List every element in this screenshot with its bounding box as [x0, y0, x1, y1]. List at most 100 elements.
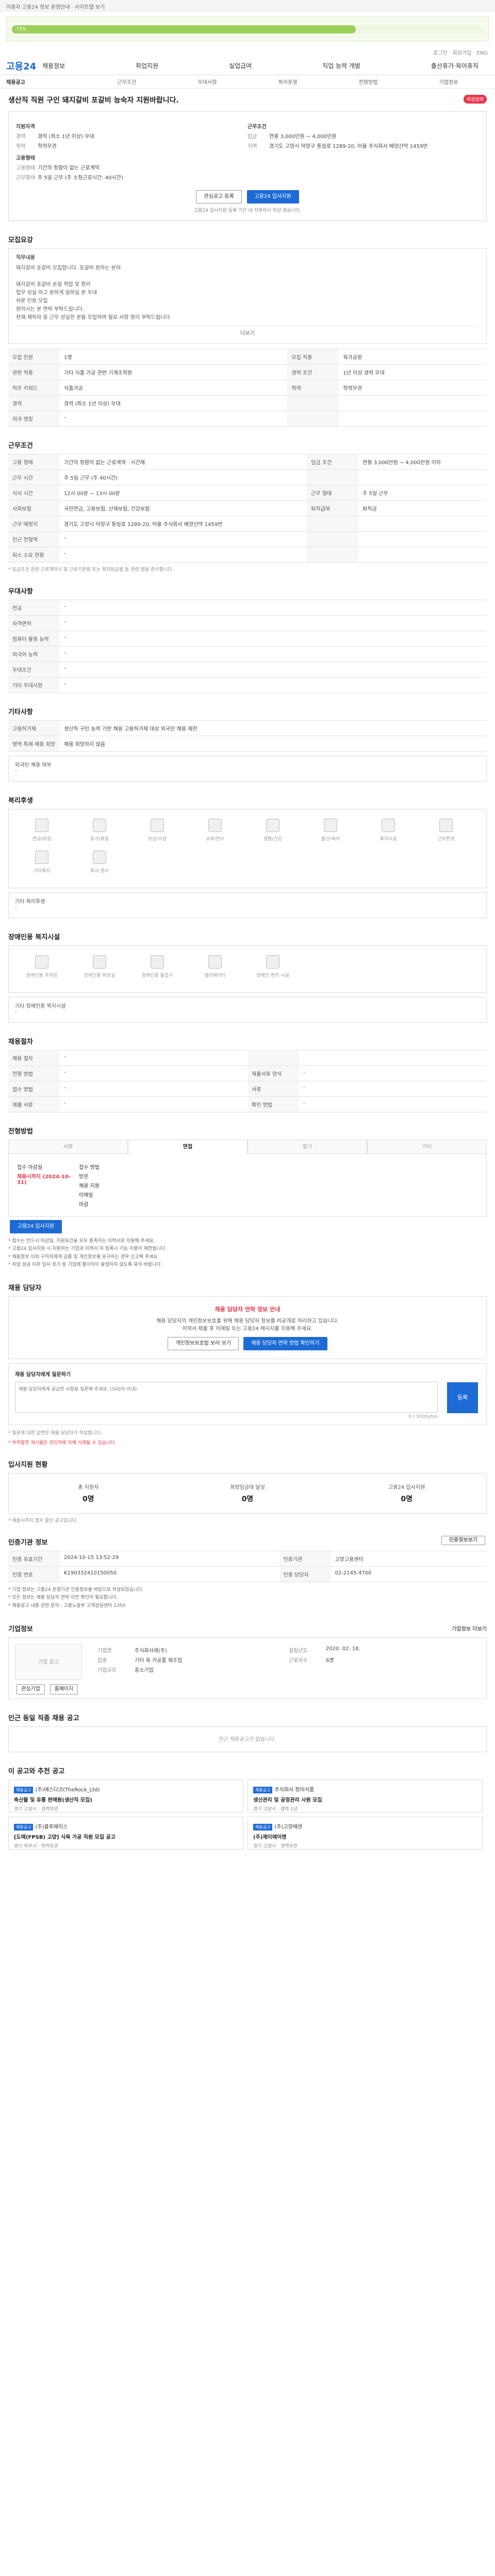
apply-text: 채용시까지 (2024-10-31)	[17, 1174, 71, 1185]
table-value: 육가공원	[339, 349, 487, 365]
apply-button-2[interactable]: 고용24 입사지원	[10, 1220, 62, 1233]
subnav-tab[interactable]: 우대사항	[167, 78, 248, 86]
table-value: -	[60, 531, 307, 547]
apply-title: 전형방법	[8, 1128, 33, 1136]
card-top: 채용공고 (주)고양에덴	[253, 1822, 477, 1831]
table-key: 외국 명칭	[8, 411, 60, 427]
table-key: 인증 번호	[8, 1566, 60, 1583]
benefit-label: 연금/보험	[32, 837, 52, 842]
table-value: -	[60, 631, 487, 647]
qa-input[interactable]	[15, 1382, 438, 1413]
etc-table: 고용허가제 생산직 구인 능력 기반 채용 고용허가제 대상 외국인 채용 제한 병…	[8, 720, 487, 752]
notice-more-button[interactable]: 인증정보보기	[441, 1536, 485, 1546]
welfare-item: 엘리베이터	[186, 953, 244, 985]
notice-title: 인증기관 정보	[8, 1539, 48, 1547]
company-homepage-button[interactable]: 홈페이지	[50, 1684, 78, 1695]
info-row: 임금 연봉 3,000만원 ~ 4,000만원	[248, 132, 479, 140]
site-logo[interactable]: 고용24	[6, 59, 42, 73]
apply-text: 마감	[79, 1202, 89, 1208]
subnav-tab[interactable]: 복리후생	[248, 78, 328, 86]
util-link[interactable]: 로그인	[433, 50, 448, 56]
table-row: 접수 방법 - 서류 -	[8, 1081, 487, 1097]
benefit-icon	[439, 819, 453, 832]
table-value: 국민연금, 고용보험, 산재보험, 건강보험	[60, 500, 307, 516]
table-value: -	[60, 1065, 248, 1081]
gnb-item[interactable]: 실업급여	[229, 61, 252, 70]
card-meta: 경기 고양시 · 경력무관	[253, 1844, 298, 1850]
table-key: 제출서류 양식	[248, 1065, 299, 1081]
welfare-other-label: 기타 복리후생	[15, 899, 45, 905]
info-value: 6명	[326, 1658, 334, 1664]
table-value: 생산직 구인 능력 기반 채용 고용허가제 대상 외국인 채용 제한	[60, 720, 487, 736]
recommend-card[interactable]: 채용공고 (주)블루에이스 [도매(FPSB) 고양] 식육 가공 직원 모집 공고…	[8, 1817, 243, 1850]
benefit-label: 장애인용 화장실	[84, 973, 116, 978]
status-note: * 채용시까지 접수 중인 공고입니다.	[8, 1518, 78, 1524]
info-value: 2020. 02. 18.	[326, 1646, 360, 1652]
contact-method-button[interactable]: 채용 담당자 연락 방법 확인하기	[243, 1337, 327, 1351]
apply-tab[interactable]: 필기	[248, 1140, 367, 1154]
gnb-item[interactable]: 출산휴가·육아휴직	[431, 61, 478, 70]
welfare-item: 기타복지	[13, 849, 71, 880]
apply-button[interactable]: 고용24 입사지원	[246, 190, 299, 204]
table-key: 제출 서류	[8, 1096, 60, 1112]
subnav-tab[interactable]: 전형방법	[328, 78, 408, 86]
info-row: 경력 경력 (최소 1년 이상) 우대	[16, 132, 248, 140]
subnav-tab[interactable]: 근무조건	[87, 78, 167, 86]
info-row: 기업명 주식회사래(주)	[97, 1646, 289, 1654]
util-link[interactable]: 회원가입	[453, 50, 472, 56]
company-more-link[interactable]: 기업정보 더보기	[452, 1624, 487, 1632]
table-key: 경력 조건	[287, 364, 339, 380]
info-value: 학력무관	[38, 144, 57, 149]
table-key: 인증 담당자	[279, 1566, 331, 1583]
company-title: 기업정보	[8, 1625, 33, 1634]
benefit-label: 교육/연수	[205, 837, 225, 842]
card-title: (주)제이에이앤	[253, 1835, 287, 1841]
table-key: 근무 시간	[8, 469, 60, 485]
job-title-bar: 생산직 직원 구인 돼지갈비 포갈비 능숙자 지원바랍니다. 마감임박	[0, 89, 495, 108]
welfare-icons: 연금/보험 휴가/휴일 보상/수당 교육/연수 생활/건강 출산/육아 복지시설 근무환경 기타…	[8, 809, 487, 888]
recommend-card[interactable]: 채용공고 (주)고양에덴 (주)제이에이앤경기 고양시 · 경력무관	[248, 1817, 483, 1850]
summary-note: 고용24 입사지원 등록 기간 내 지원하시 마감 했습니다.	[193, 208, 302, 213]
card-tag: 채용공고	[253, 1787, 273, 1794]
util-links: 로그인 회원가입 ENG	[0, 46, 495, 57]
recommend-card[interactable]: 채용공고 주식회사 정미식품 생산관리 및 공정관리 사원 모집 경기 고양시 · 경…	[248, 1780, 483, 1813]
apply-text: 방문	[79, 1174, 89, 1180]
benefit-icon	[93, 851, 106, 864]
info-key: 경력	[16, 134, 26, 140]
util-link[interactable]: ENG	[476, 50, 488, 56]
content-line: 쉬운 인원 모집	[16, 298, 48, 304]
table-value: -	[60, 1096, 248, 1112]
more-button[interactable]: 더보기	[16, 326, 479, 338]
subnav-tab[interactable]: 채용공고	[6, 78, 87, 86]
summary-right-title: 근무조건	[248, 124, 267, 130]
job-content-box: 직무내용 돼지갈비 포갈비 모집합니다. 포갈비 원하는 분야 돼지갈비 포갈비…	[8, 248, 487, 344]
info-key: 근로자수	[289, 1658, 308, 1664]
table-key: 퇴소 소요 현황	[8, 547, 60, 563]
gnb-item[interactable]: 취업지원	[136, 61, 158, 70]
gnb-item[interactable]: 직업 능력 개발	[322, 61, 360, 70]
table-value: 기타 식품 가공 관련 기계조작원	[60, 364, 288, 380]
table-value: 주 5일 근무	[358, 485, 487, 501]
table-key: 자격면허	[8, 615, 60, 631]
condition-note: * 임금조건 관련 근로계약시 항 근로기준법 또는 최저임금법 등 관련 법을…	[8, 567, 174, 572]
privacy-button[interactable]: 개인정보보호법 보러 보기	[168, 1337, 239, 1351]
info-value: 경기도 고양시 덕양구 통일로 1289-20, 어울 주식회사 배양산막 14…	[269, 144, 428, 149]
interest-button[interactable]: 관심공고 등록	[196, 190, 242, 204]
gnb-item[interactable]: 채용정보	[42, 61, 65, 70]
card-company: 주식회사 정미식품	[274, 1787, 315, 1793]
company-interest-button[interactable]: 관심기업	[16, 1684, 45, 1695]
benefit-icon	[208, 955, 222, 969]
subnav-tab[interactable]: 기업정보	[408, 78, 489, 86]
status-label: 희망임금대 달성	[230, 1485, 265, 1491]
table-value: -	[299, 1065, 487, 1081]
qa-submit-button[interactable]: 등록	[447, 1382, 478, 1414]
table-row: 모집 인원 1명 모집 직종 육가공원	[8, 349, 487, 365]
table-key: 모집 직종	[287, 349, 339, 365]
apply-tab[interactable]: 면접	[128, 1140, 248, 1154]
recommend-card[interactable]: 채용공고 (주)에스다코(TheRock_Ltd) 축산물 및 유통 판매원(생산직…	[8, 1780, 243, 1813]
sub-nav: 채용공고 근무조건 우대사항 복리후생 전형방법 기업정보	[0, 75, 495, 89]
welfare-item: 복지시설	[359, 817, 417, 849]
apply-tab[interactable]: 서류	[8, 1140, 128, 1154]
table-value: -	[60, 411, 288, 427]
apply-tab[interactable]: 기타	[367, 1140, 487, 1154]
